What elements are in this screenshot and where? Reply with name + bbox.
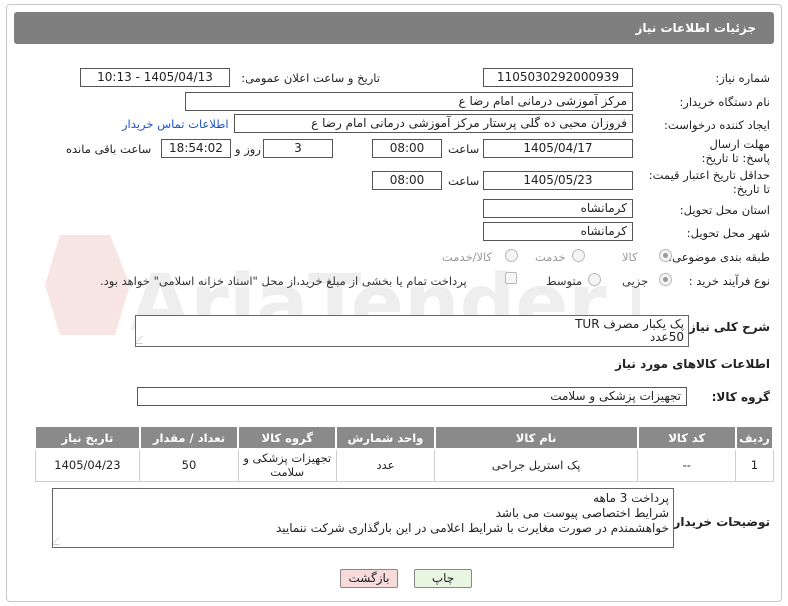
goods-info-title: اطلاعات کالاهای مورد نیاز — [615, 357, 770, 371]
resize-handle-icon[interactable] — [53, 537, 67, 545]
page-title: جزئیات اطلاعات نیاز — [635, 21, 756, 35]
deadline-time-label: ساعت — [448, 142, 480, 156]
col-row-number: ردیف — [734, 425, 775, 450]
creator-field[interactable]: فروزان محبی ده گلی پرستار مرکز آموزشی در… — [234, 114, 633, 133]
province-label: استان محل تحویل: — [679, 203, 770, 217]
cell-need-date: 1405/04/23 — [34, 448, 141, 482]
cell-goods-code: -- — [637, 448, 737, 482]
city-label: شهر محل تحویل: — [686, 226, 770, 240]
buyer-notes-label: توضیحات خریدار: — [668, 515, 770, 529]
process-option-minor: جزیی — [622, 274, 649, 288]
col-need-date: تاریخ نیاز — [34, 425, 141, 450]
creator-label: ایجاد کننده درخواست: — [664, 118, 770, 132]
announce-datetime-field[interactable]: 1405/04/13 - 10:13 — [80, 68, 230, 87]
city-field[interactable]: کرمانشاه — [483, 222, 633, 241]
category-label: طبقه بندی موضوعی: — [668, 250, 770, 264]
goods-group-field[interactable]: تجهیزات پزشکی و سلامت — [137, 387, 687, 406]
category-option-service: خدمت — [535, 250, 566, 264]
page-header: جزئیات اطلاعات نیاز — [14, 12, 774, 44]
cell-row-number: 1 — [735, 448, 774, 482]
remaining-time-field[interactable]: 18:54:02 — [161, 139, 231, 158]
buyer-notes-line-2: شرایط اختصاصی پیوست می باشد — [495, 506, 669, 520]
buyer-field[interactable]: مرکز آموزشی درمانی امام رضا ع — [185, 92, 633, 111]
description-textarea[interactable]: پک یکبار مصرف TUR 50عدد — [135, 315, 689, 347]
validity-date-field[interactable]: 1405/05/23 — [483, 171, 633, 190]
deadline-date-field[interactable]: 1405/04/17 — [483, 139, 633, 158]
table-header-row: ردیف کد کالا نام کالا واحد شمارش گروه کا… — [34, 425, 775, 450]
cell-goods-group: تجهیزات پزشکی و سلامت — [237, 448, 337, 482]
category-radio-goods-service[interactable] — [505, 249, 518, 262]
validity-time-field[interactable]: 08:00 — [372, 171, 442, 190]
description-line-2: 50عدد — [649, 330, 684, 344]
description-label: شرح کلی نیاز: — [684, 320, 770, 334]
cell-quantity: 50 — [139, 448, 239, 482]
goods-table: ردیف کد کالا نام کالا واحد شمارش گروه کا… — [34, 425, 775, 482]
validity-time-label: ساعت — [448, 174, 480, 188]
buyer-notes-line-3: خواهشمندم در صورت مغایرت با شرایط اعلامی… — [275, 521, 669, 535]
col-unit: واحد شمارش — [335, 425, 436, 450]
process-label: نوع فرآیند خرید : — [688, 274, 770, 288]
back-button[interactable]: بازگشت — [340, 569, 398, 588]
col-goods-code: کد کالا — [636, 425, 737, 450]
buyer-notes-line-1: پرداخت 3 ماهه — [593, 491, 669, 505]
buyer-contact-link[interactable]: اطلاعات تماس خریدار — [122, 117, 229, 131]
goods-group-label: گروه کالا: — [711, 390, 770, 404]
category-radio-goods[interactable] — [659, 249, 672, 262]
days-label: روز و — [235, 142, 261, 156]
need-number-field[interactable]: 1105030292000939 — [483, 68, 633, 87]
cell-unit: عدد — [335, 448, 436, 482]
print-button[interactable]: چاپ — [414, 569, 472, 588]
treasury-payment-checkbox[interactable] — [505, 272, 517, 284]
buyer-label: نام دستگاه خریدار: — [679, 95, 770, 109]
category-option-goods-service: کالا/خدمت — [442, 250, 493, 264]
remaining-days-field[interactable]: 3 — [263, 139, 333, 158]
deadline-label: مهلت ارسال پاسخ: تا تاریخ: — [701, 137, 770, 165]
need-number-label: شماره نیاز: — [715, 71, 770, 85]
cell-goods-name: پک استریل جراحی — [434, 448, 639, 482]
description-line-1: پک یکبار مصرف TUR — [575, 317, 684, 331]
deadline-time-field[interactable]: 08:00 — [372, 139, 442, 158]
process-radio-medium[interactable] — [588, 273, 601, 286]
col-quantity: تعداد / مقدار — [138, 425, 240, 450]
category-option-goods: کالا — [622, 250, 638, 264]
col-goods-group: گروه کالا — [237, 425, 338, 450]
category-radio-service[interactable] — [572, 249, 585, 262]
buyer-notes-textarea[interactable]: پرداخت 3 ماهه شرایط اختصاصی پیوست می باش… — [52, 488, 674, 548]
process-radio-minor[interactable] — [659, 273, 672, 286]
validity-label: حداقل تاریخ اعتبار قیمت: تا تاریخ: — [648, 168, 770, 196]
process-option-medium: متوسط — [546, 274, 583, 288]
treasury-payment-note: پرداخت تمام یا بخشی از مبلغ خرید،از محل … — [100, 274, 467, 288]
announce-label: تاریخ و ساعت اعلان عمومی: — [241, 71, 380, 85]
province-field[interactable]: کرمانشاه — [483, 199, 633, 218]
remaining-label: ساعت باقی مانده — [66, 142, 152, 156]
col-goods-name: نام کالا — [433, 425, 639, 450]
table-row[interactable]: 1 -- پک استریل جراحی عدد تجهیزات پزشکی و… — [34, 448, 774, 482]
